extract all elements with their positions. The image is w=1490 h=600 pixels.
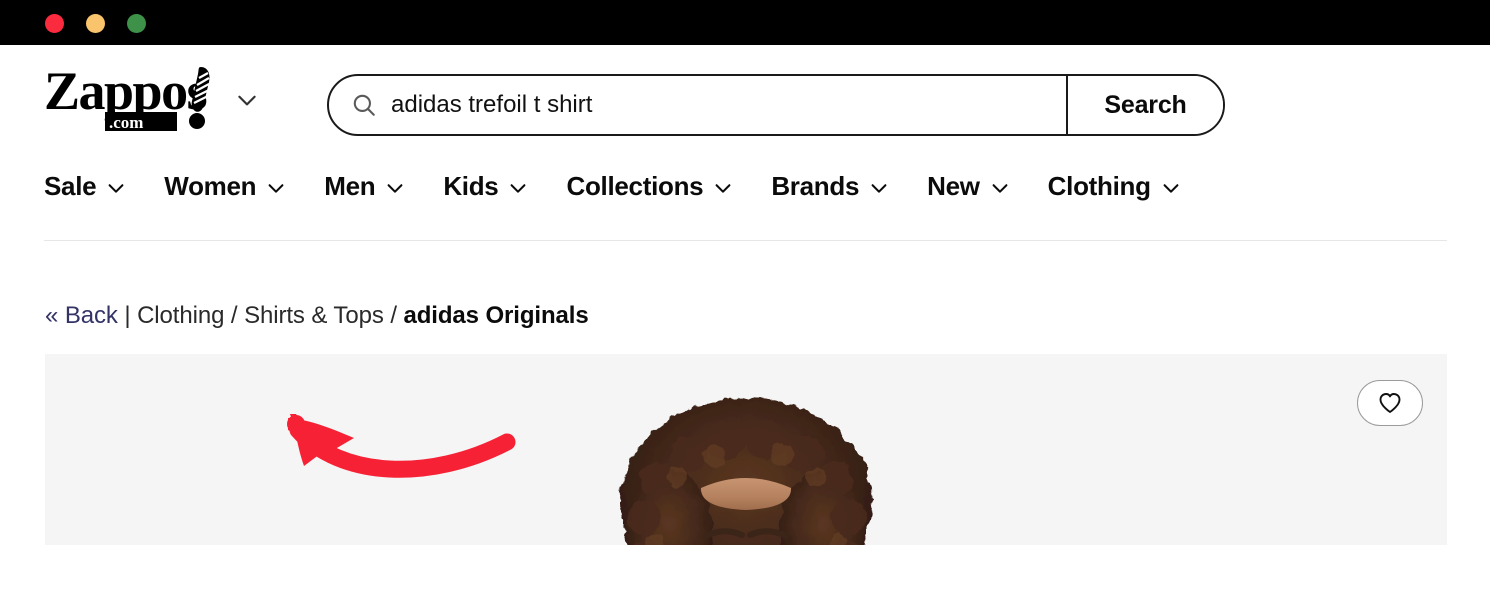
page-body: Zappos .com adidas trefoil t shirt Searc… xyxy=(0,45,1490,600)
chevron-down-icon[interactable] xyxy=(234,87,260,113)
breadcrumb-slash-1: / xyxy=(230,302,238,329)
chevron-down-icon xyxy=(992,184,1008,193)
nav-item-men[interactable]: Men xyxy=(324,173,406,199)
chevron-down-icon xyxy=(387,184,403,193)
nav-label: Kids xyxy=(443,171,499,201)
breadcrumb-pipe: | xyxy=(124,302,131,329)
window-titlebar xyxy=(0,0,1490,45)
search-bar[interactable]: Search xyxy=(327,74,1225,136)
nav-label: New xyxy=(927,171,980,201)
nav-item-kids[interactable]: Kids xyxy=(443,173,529,199)
zappos-logo[interactable]: Zappos .com xyxy=(44,61,220,133)
main-navigation: Sale Women Men Kids Collections Brands N… xyxy=(44,173,1219,199)
header-divider xyxy=(44,240,1447,241)
chevron-down-icon xyxy=(511,184,526,193)
product-model-photo[interactable] xyxy=(546,384,946,545)
nav-item-sale[interactable]: Sale xyxy=(44,173,127,199)
search-button[interactable]: Search xyxy=(1068,76,1223,134)
breadcrumb-slash-2: / xyxy=(390,302,397,329)
breadcrumb-level-2[interactable]: Shirts & Tops xyxy=(244,302,384,329)
nav-label: Women xyxy=(164,171,257,201)
nav-label: Men xyxy=(324,171,376,201)
product-image-gallery[interactable] xyxy=(45,354,1447,545)
chevron-down-icon xyxy=(1163,184,1179,193)
nav-label: Collections xyxy=(566,171,704,201)
search-icon xyxy=(353,94,375,116)
nav-item-women[interactable]: Women xyxy=(164,173,287,199)
site-header: Zappos .com adidas trefoil t shirt Searc… xyxy=(0,45,1490,241)
breadcrumb-current: adidas Originals xyxy=(403,302,589,329)
minimize-button[interactable] xyxy=(86,14,105,33)
close-button[interactable] xyxy=(45,14,64,33)
svg-text:.com: .com xyxy=(109,113,143,132)
nav-item-clothing[interactable]: Clothing xyxy=(1048,173,1182,199)
search-input[interactable] xyxy=(377,76,1066,134)
logo-area[interactable]: Zappos .com xyxy=(44,61,260,133)
nav-item-collections[interactable]: Collections xyxy=(566,173,734,199)
nav-label: Clothing xyxy=(1047,171,1151,201)
nav-label: Brands xyxy=(771,171,860,201)
breadcrumb: « Back | Clothing / Shirts & Tops / adid… xyxy=(45,302,589,330)
nav-item-brands[interactable]: Brands xyxy=(771,173,890,199)
nav-label: Sale xyxy=(44,171,97,201)
chevron-down-icon xyxy=(108,184,124,193)
maximize-button[interactable] xyxy=(127,14,146,33)
breadcrumb-back-link[interactable]: « Back xyxy=(45,302,118,329)
window-controls xyxy=(45,14,146,33)
chevron-down-icon xyxy=(715,184,731,193)
chevron-down-icon xyxy=(268,184,284,193)
chevron-down-icon xyxy=(871,184,887,193)
heart-icon xyxy=(1379,393,1401,413)
breadcrumb-level-1[interactable]: Clothing xyxy=(137,302,224,329)
nav-item-new[interactable]: New xyxy=(927,173,1011,199)
wishlist-button[interactable] xyxy=(1357,380,1423,426)
